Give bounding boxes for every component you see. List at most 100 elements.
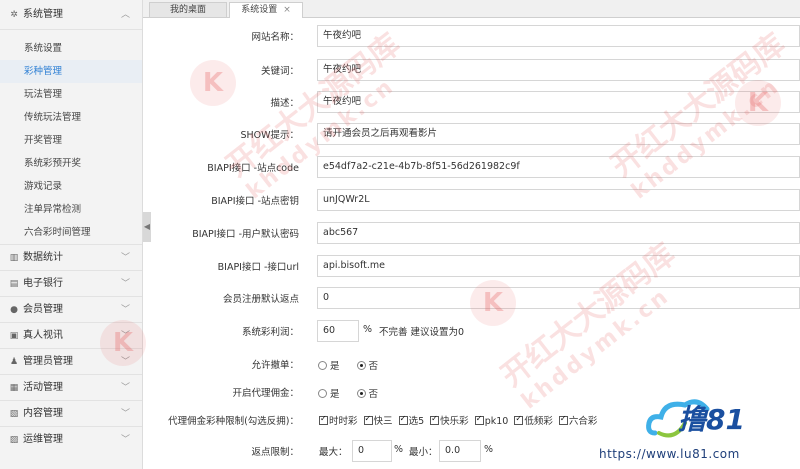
sidebar-item-game-records[interactable]: 游戏记录 (0, 175, 142, 198)
checkbox-dpc[interactable]: 低频彩 (514, 414, 553, 427)
biapi-password-input[interactable]: abc567 (317, 222, 800, 244)
site-name-input[interactable]: 午夜约吧 (317, 25, 800, 47)
biapi-code-input[interactable]: e54df7a2-c21e-4b7b-8f51-56d261982c9f (317, 156, 800, 178)
tab-system-settings[interactable]: 系统设置 × (229, 2, 303, 18)
agent-commission-no[interactable]: 否 (356, 389, 378, 400)
rebate-min-input[interactable]: 0.0 (439, 440, 481, 462)
allow-cancel-label: 允许撤单： (251, 360, 299, 371)
biapi-url-label: BIAPI接口 -接口url (217, 262, 299, 273)
radio-button-selected[interactable] (356, 389, 366, 398)
form-row-biapi-url: BIAPI接口 -接口url api.bisoft.me (143, 255, 800, 277)
sidebar-group-activities[interactable]: ▦ 活动管理 ﹀ (0, 374, 142, 400)
sidebar-item-traditional-play[interactable]: 传统玩法管理 (0, 106, 142, 129)
sidebar-group-stats[interactable]: ▥ 数据统计 ﹀ (0, 244, 142, 270)
checkbox-lhc[interactable]: 六合彩 (558, 414, 597, 427)
agent-commission-label: 开启代理佣金： (232, 388, 299, 399)
checkbox-klc[interactable]: 快乐彩 (430, 414, 469, 427)
sidebar-group-admins[interactable]: ♟ 管理员管理 ﹀ (0, 348, 142, 374)
radio-button[interactable] (318, 389, 327, 398)
sidebar-item-marksix-time[interactable]: 六合彩时间管理 (0, 221, 142, 244)
sidebar-group-bank[interactable]: ▤ 电子银行 ﹀ (0, 270, 142, 296)
allow-cancel-no[interactable]: 否 (356, 361, 379, 372)
agent-commission-radio-group: 是 否 (318, 386, 392, 400)
logo-text: 撸81 (678, 403, 745, 436)
form-row-keywords: 关键词： 午夜约吧 (143, 59, 800, 81)
sidebar: ✲ 系统管理 ︿ 系统设置 彩种管理 玩法管理 传统玩法管理 开奖管理 系统彩预开… (0, 0, 143, 469)
rebate-min-label: 最小： (409, 447, 438, 458)
sidebar-item-play-management[interactable]: 玩法管理 (0, 83, 142, 106)
radio-button[interactable] (318, 361, 327, 370)
show-tip-input[interactable]: 请开通会员之后再观看影片 (317, 123, 800, 145)
rebate-limit-label: 返点限制： (251, 447, 299, 458)
rebate-max-unit: % (394, 444, 404, 455)
checkbox-label: 低频彩 (524, 416, 553, 427)
biapi-key-input[interactable]: unJQWr2L (317, 189, 800, 211)
agent-limit-label: 代理佣金彩种限制(勾选反拥)： (168, 416, 299, 427)
rebate-input[interactable]: 0 (317, 287, 800, 309)
sidebar-group-label: 管理员管理 (23, 356, 73, 367)
sidebar-group-content[interactable]: ▧ 内容管理 ﹀ (0, 400, 142, 426)
form-row-biapi-code: BIAPI接口 -站点code e54df7a2-c21e-4b7b-8f51-… (143, 156, 800, 178)
sidebar-group-label: 会员管理 (23, 304, 63, 315)
checkbox[interactable] (398, 414, 408, 425)
chevron-down-icon: ﹀ (120, 383, 130, 393)
bank-icon: ▤ (9, 279, 19, 289)
chevron-down-icon: ﹀ (120, 357, 130, 367)
radio-button-selected[interactable] (356, 361, 366, 370)
profit-input[interactable]: 60 (317, 320, 359, 342)
sidebar-item-system-settings[interactable]: 系统设置 (0, 37, 142, 60)
allow-cancel-yes[interactable]: 是 (318, 361, 340, 372)
checkbox-label: 时时彩 (329, 416, 358, 427)
biapi-password-label: BIAPI接口 -用户默认密码 (192, 229, 299, 240)
form-row-biapi-password: BIAPI接口 -用户默认密码 abc567 (143, 222, 800, 244)
checkbox-label: pk10 (484, 416, 509, 427)
keywords-input[interactable]: 午夜约吧 (317, 59, 800, 81)
rebate-max-input[interactable]: 0 (352, 440, 392, 462)
content-icon: ▧ (9, 409, 19, 419)
checkbox[interactable] (363, 414, 373, 425)
tab-my-desktop[interactable]: 我的桌面 (149, 2, 227, 17)
checkbox-x5[interactable]: 选5 (398, 414, 425, 427)
sidebar-group-label: 真人视讯 (23, 330, 63, 341)
checkbox-ssc[interactable]: 时时彩 (319, 414, 358, 427)
sidebar-group-label: 活动管理 (23, 382, 63, 393)
sidebar-group-ops[interactable]: ▨ 运维管理 ﹀ (0, 426, 142, 452)
gift-icon: ▦ (9, 383, 19, 393)
form-row-description: 描述： 午夜约吧 (143, 91, 800, 113)
sidebar-item-bet-anomaly[interactable]: 注单异常检测 (0, 198, 142, 221)
checkbox-label: 快三 (373, 416, 393, 427)
checkbox[interactable] (430, 414, 440, 425)
chevron-down-icon: ﹀ (120, 409, 130, 419)
allow-cancel-radio-group: 是 否 (318, 358, 392, 372)
radio-label: 否 (368, 361, 379, 372)
agent-commission-yes[interactable]: 是 (318, 389, 340, 400)
form-row-show-tip: SHOW提示： 请开通会员之后再观看影片 (143, 123, 800, 145)
site-url[interactable]: https://www.lu81.com (599, 447, 740, 461)
rebate-max-label: 最大： (319, 447, 348, 458)
checkbox[interactable] (558, 414, 568, 425)
sidebar-group-members[interactable]: ● 会员管理 ﹀ (0, 296, 142, 322)
chevron-down-icon: ﹀ (120, 305, 130, 315)
close-icon[interactable]: × (283, 5, 291, 15)
sidebar-group-live-video[interactable]: ▣ 真人视讯 ﹀ (0, 322, 142, 348)
sidebar-item-draw-management[interactable]: 开奖管理 (0, 129, 142, 152)
video-icon: ▣ (9, 331, 19, 341)
form-row-biapi-key: BIAPI接口 -站点密钥 unJQWr2L (143, 189, 800, 211)
checkbox[interactable] (474, 414, 484, 425)
checkbox[interactable] (319, 414, 328, 425)
show-tip-label: SHOW提示： (240, 130, 299, 141)
chevron-down-icon: ﹀ (120, 279, 130, 289)
checkbox-label: 选5 (408, 416, 425, 427)
form-row-profit: 系统彩利润： 60 % 不完善 建议设置为0 (143, 320, 800, 342)
sidebar-item-lottery-management[interactable]: 彩种管理 (0, 60, 142, 83)
sidebar-item-pre-draw[interactable]: 系统彩预开奖 (0, 152, 142, 175)
chevron-down-icon: ﹀ (120, 435, 130, 445)
description-input[interactable]: 午夜约吧 (317, 91, 800, 113)
checkbox-pk10[interactable]: pk10 (474, 414, 509, 427)
sidebar-group-system[interactable]: ✲ 系统管理 ︿ (0, 0, 142, 30)
agent-limit-checkboxes: 时时彩 快三 选5 快乐彩 pk10 低频彩 六合彩 (319, 413, 600, 427)
checkbox[interactable] (514, 414, 524, 425)
biapi-url-input[interactable]: api.bisoft.me (317, 255, 800, 277)
chevron-down-icon: ﹀ (120, 331, 130, 341)
checkbox-k3[interactable]: 快三 (363, 414, 393, 427)
